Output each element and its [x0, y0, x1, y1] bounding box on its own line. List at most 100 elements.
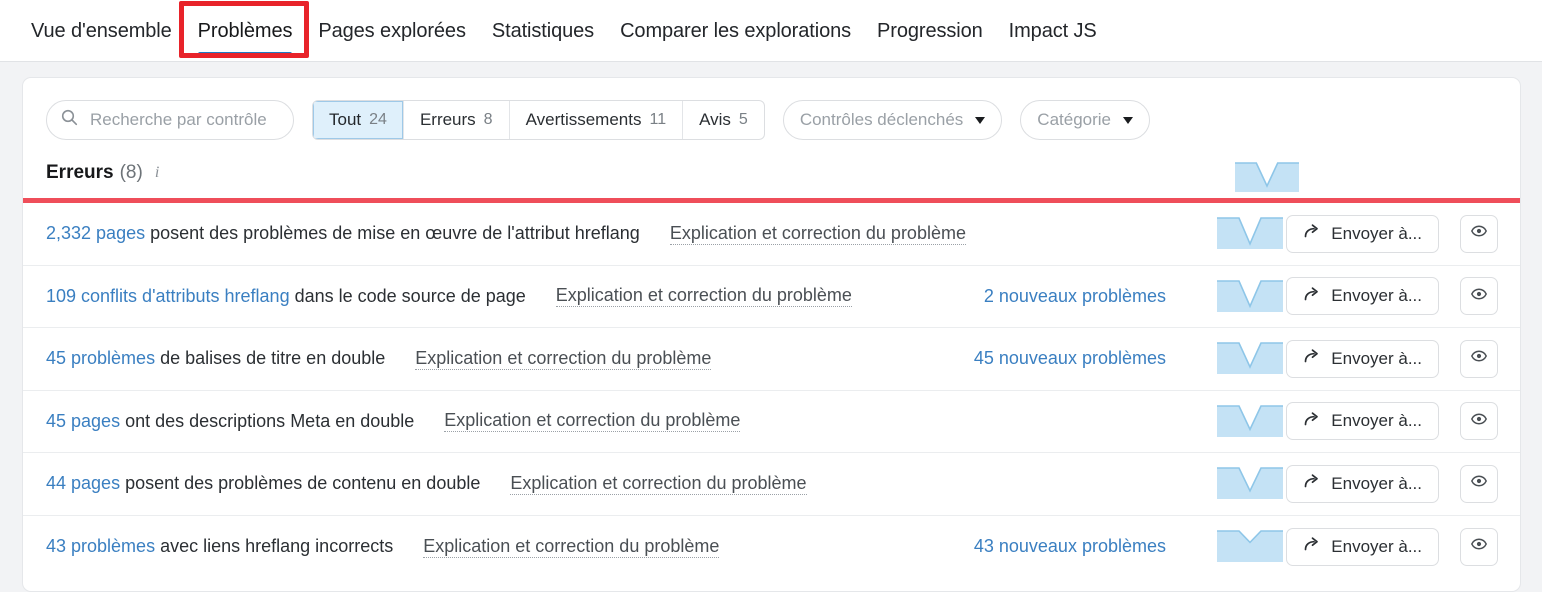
dropdown-cat-gorie[interactable]: Catégorie: [1020, 100, 1151, 140]
issue-description: 2,332 pages posent des problèmes de mise…: [46, 223, 640, 244]
issue-sparkline: [1217, 467, 1283, 504]
explanation-link[interactable]: Explication et correction du problème: [669, 223, 966, 245]
info-icon[interactable]: i: [155, 164, 159, 182]
filter-chip-avis[interactable]: Avis 5: [683, 101, 764, 139]
share-arrow-icon: [1303, 472, 1321, 495]
dropdown-contr-les-d-clench-s[interactable]: Contrôles déclenchés: [782, 100, 1003, 140]
new-issues-link[interactable]: 43 nouveaux problèmes: [974, 536, 1166, 557]
table-row: 45 pages ont des descriptions Meta en do…: [23, 391, 1520, 453]
issues-card: Tout 24 Erreurs 8 Avertissements 11 Avis 5 Cont…: [22, 77, 1521, 592]
explanation-link[interactable]: Explication et correction du problème: [415, 348, 712, 370]
view-issue-button[interactable]: [1460, 464, 1498, 503]
send-to-button[interactable]: Envoyer à...: [1286, 402, 1439, 441]
issue-sparkline: [1217, 217, 1283, 254]
send-to-button[interactable]: Envoyer à...: [1286, 277, 1439, 316]
issue-description: 109 conflits d'attributs hreflang dans l…: [46, 286, 526, 307]
view-issue-button[interactable]: [1460, 214, 1498, 253]
table-row: 2,332 pages posent des problèmes de mise…: [23, 203, 1520, 266]
issue-description-text: de balises de titre en double: [160, 348, 386, 369]
issue-count-link[interactable]: 109 conflits d'attributs hreflang: [46, 286, 290, 306]
issue-sparkline: [1217, 529, 1283, 567]
send-to-button-label: Envoyer à...: [1331, 223, 1422, 243]
tab-statistiques[interactable]: Statistiques: [479, 0, 607, 61]
tab-vue-d-ensemble[interactable]: Vue d'ensemble: [18, 0, 185, 61]
view-issue-button[interactable]: [1460, 277, 1498, 316]
chevron-down-icon: [975, 116, 986, 124]
eye-icon: [1469, 471, 1489, 496]
table-row: 44 pages posent des problèmes de contenu…: [23, 453, 1520, 516]
table-row: 43 problèmes avec liens hreflang incorre…: [23, 516, 1520, 579]
issue-count-link[interactable]: 2,332 pages: [46, 223, 145, 243]
issue-count-link[interactable]: 44 pages: [46, 473, 120, 493]
severity-filter-group: Tout 24 Erreurs 8 Avertissements 11 Avis 5: [312, 100, 765, 140]
eye-icon: [1469, 346, 1489, 371]
search-icon: [61, 109, 78, 131]
filter-chip-count: 11: [649, 111, 667, 128]
filter-chip-label: Erreurs: [419, 110, 476, 129]
filter-chip-avertissements[interactable]: Avertissements 11: [510, 101, 684, 139]
tab-progression[interactable]: Progression: [864, 0, 996, 61]
issue-description: 43 problèmes avec liens hreflang incorre…: [46, 536, 393, 557]
issues-list: 2,332 pages posent des problèmes de mise…: [23, 203, 1520, 578]
issue-description: 44 pages posent des problèmes de contenu…: [46, 473, 480, 494]
tab-label: Impact JS: [1008, 20, 1097, 42]
issue-description: 45 pages ont des descriptions Meta en do…: [46, 411, 414, 432]
filter-chip-label: Avertissements: [525, 110, 642, 129]
filter-chip-erreurs[interactable]: Erreurs 8: [404, 101, 510, 139]
filter-chip-count: 24: [369, 111, 387, 128]
search-input[interactable]: [88, 109, 279, 131]
send-to-button[interactable]: Envoyer à...: [1286, 527, 1439, 566]
section-title: Erreurs: [46, 162, 114, 183]
view-issue-button[interactable]: [1460, 339, 1498, 378]
send-to-button-label: Envoyer à...: [1331, 286, 1422, 306]
new-issues-link[interactable]: 45 nouveaux problèmes: [974, 348, 1166, 369]
send-to-button[interactable]: Envoyer à...: [1286, 339, 1439, 378]
issue-description: 45 problèmes de balises de titre en doub…: [46, 348, 385, 369]
send-to-button[interactable]: Envoyer à...: [1286, 464, 1439, 503]
issue-description-text: posent des problèmes de mise en œuvre de…: [150, 223, 640, 244]
eye-icon: [1469, 284, 1489, 309]
explanation-link[interactable]: Explication et correction du problème: [423, 536, 720, 558]
issue-description-text: posent des problèmes de contenu en doubl…: [125, 473, 481, 494]
tab-label: Statistiques: [491, 20, 595, 42]
tab-impact-js[interactable]: Impact JS: [996, 0, 1110, 61]
share-arrow-icon: [1303, 222, 1321, 245]
issue-description-text: avec liens hreflang incorrects: [160, 536, 394, 557]
issue-sparkline: [1217, 404, 1283, 442]
section-sparkline: [1235, 162, 1299, 197]
search-box[interactable]: [46, 100, 294, 140]
share-arrow-icon: [1303, 535, 1321, 558]
tab-label: Progression: [877, 20, 983, 42]
errors-section-header: Erreurs (8) i: [23, 148, 1520, 198]
issue-count-link[interactable]: 43 problèmes: [46, 536, 155, 556]
send-to-button-label: Envoyer à...: [1331, 348, 1422, 368]
eye-icon: [1469, 221, 1489, 246]
tab-probl-mes[interactable]: Problèmes: [185, 0, 306, 61]
send-to-button-label: Envoyer à...: [1331, 473, 1422, 493]
eye-icon: [1469, 409, 1489, 434]
share-arrow-icon: [1303, 285, 1321, 308]
issue-count-link[interactable]: 45 problèmes: [46, 348, 155, 368]
tab-label: Comparer les explorations: [620, 20, 852, 42]
explanation-link[interactable]: Explication et correction du problème: [510, 473, 807, 495]
main-tab-bar: Vue d'ensemble Problèmes Pages explorées St…: [0, 0, 1542, 62]
view-issue-button[interactable]: [1460, 402, 1498, 441]
share-arrow-icon: [1303, 410, 1321, 433]
new-issues-link[interactable]: 2 nouveaux problèmes: [984, 286, 1166, 307]
explanation-link[interactable]: Explication et correction du problème: [444, 410, 741, 433]
filter-chip-label: Tout: [329, 110, 362, 129]
tab-label: Vue d'ensemble: [31, 20, 172, 42]
dropdown-label: Contrôles déclenchés: [799, 110, 964, 129]
filter-chip-count: 5: [738, 111, 748, 128]
section-count: (8): [119, 162, 143, 183]
tab-pages-explor-es[interactable]: Pages explorées: [305, 0, 479, 61]
issue-sparkline: [1217, 342, 1283, 379]
view-issue-button[interactable]: [1460, 527, 1498, 566]
issue-count-link[interactable]: 45 pages: [46, 411, 120, 431]
filter-chip-tout[interactable]: Tout 24: [313, 101, 404, 139]
explanation-link[interactable]: Explication et correction du problème: [555, 285, 852, 308]
send-to-button-label: Envoyer à...: [1331, 411, 1422, 431]
tab-comparer-les-explorations[interactable]: Comparer les explorations: [607, 0, 864, 61]
filter-chip-label: Avis: [699, 110, 731, 129]
send-to-button[interactable]: Envoyer à...: [1286, 214, 1439, 253]
